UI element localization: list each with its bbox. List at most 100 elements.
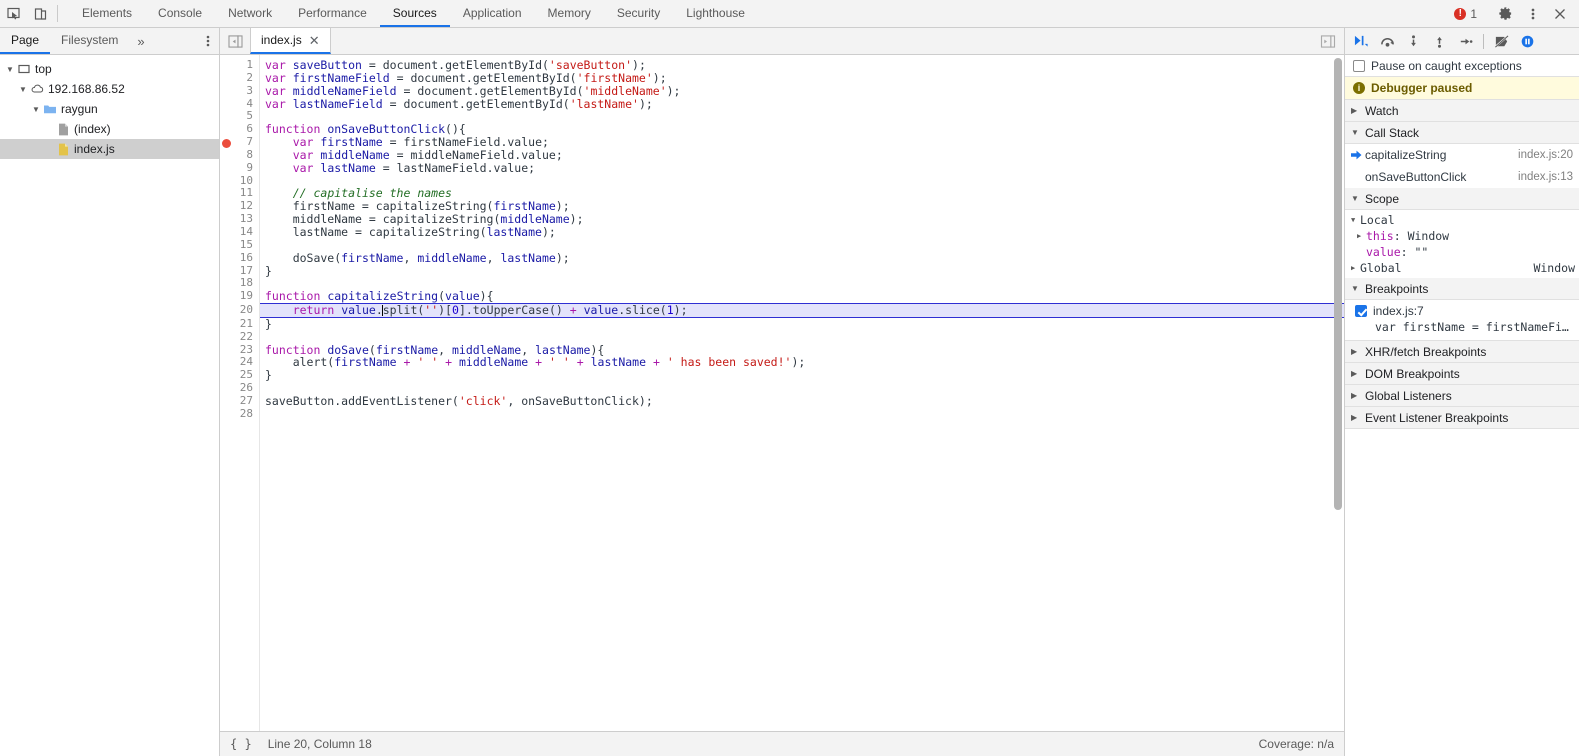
code-line-25[interactable]: } (260, 369, 1344, 382)
breakpoint-checkbox[interactable] (1355, 305, 1367, 317)
gutter-line-4[interactable]: 4 (220, 97, 259, 111)
close-icon[interactable]: ✕ (309, 34, 320, 47)
section-call-stack[interactable]: ▼ Call Stack (1345, 122, 1579, 144)
scope-global-value: Window (1533, 261, 1575, 275)
code-line-9[interactable]: var lastName = lastNameField.value; (260, 161, 1344, 175)
tab-network[interactable]: Network (215, 0, 285, 27)
gutter-line-28[interactable]: 28 (220, 407, 259, 421)
scope-entry-this[interactable]: ▶ this : Window (1351, 228, 1579, 244)
editor-tab-index-js[interactable]: index.js ✕ (250, 28, 331, 54)
code-line-19[interactable]: function capitalizeString(value){ (260, 290, 1344, 303)
tab-application[interactable]: Application (450, 0, 535, 27)
step-icon[interactable] (1453, 29, 1478, 54)
section-global-listeners[interactable]: ▶ Global Listeners (1345, 385, 1579, 407)
twisty-icon[interactable]: ▼ (30, 105, 42, 114)
code-editor[interactable]: 1 2 3 4 5 6 7 8 9 10 11 12 13 14 15 16 17 18 19 20 21 22 23 24 2… (220, 55, 1344, 731)
gutter-line-19[interactable]: 19 (220, 289, 259, 303)
nav-tab-filesystem[interactable]: Filesystem (50, 28, 129, 54)
gutter-line-1[interactable]: 1 (220, 58, 259, 72)
gutter-line-20[interactable]: 20 (220, 303, 259, 318)
gutter-line-26[interactable]: 26 (220, 381, 259, 395)
code-content[interactable]: var saveButton = document.getElementById… (260, 55, 1344, 731)
gutter-line-6[interactable]: 6 (220, 122, 259, 136)
scope-entry-value[interactable]: value : "" (1351, 244, 1579, 260)
error-count-badge[interactable]: ! 1 (1446, 7, 1485, 21)
step-over-icon[interactable] (1375, 29, 1400, 54)
device-toolbar-icon[interactable] (27, 0, 54, 27)
tab-console[interactable]: Console (145, 0, 215, 27)
code-line-4[interactable]: var lastNameField = document.getElementB… (260, 96, 1344, 111)
resume-icon[interactable] (1349, 29, 1374, 54)
breakpoint-dot[interactable] (222, 138, 231, 148)
code-line-21[interactable]: } (260, 317, 1344, 331)
gutter-line-2[interactable]: 2 (220, 71, 259, 85)
chevron-right-icon[interactable]: ▶ (1357, 228, 1366, 244)
gutter-line-7[interactable]: 7 (220, 135, 259, 149)
tree-item-host[interactable]: ▼ 192.168.86.52 (0, 79, 219, 99)
gutter-line-15[interactable]: 15 (220, 238, 259, 252)
section-dom-breakpoints[interactable]: ▶ DOM Breakpoints (1345, 363, 1579, 385)
code-line-16[interactable]: doSave(firstName, middleName, lastName); (260, 251, 1344, 265)
code-line-24[interactable]: alert(firstName + ' ' + middleName + ' '… (260, 356, 1344, 369)
gutter-line-27[interactable]: 27 (220, 394, 259, 408)
twisty-icon[interactable]: ▼ (17, 85, 29, 94)
tab-memory[interactable]: Memory (535, 0, 604, 27)
chevron-down-icon[interactable]: ▼ (1351, 212, 1360, 228)
gutter-line-21[interactable]: 21 (220, 317, 259, 331)
editor-gutter[interactable]: 1 2 3 4 5 6 7 8 9 10 11 12 13 14 15 16 17 18 19 20 21 22 23 24 2… (220, 55, 260, 731)
gear-icon[interactable] (1492, 6, 1519, 21)
gutter-line-5[interactable]: 5 (220, 110, 259, 123)
editor-tabbar-right (1320, 28, 1344, 54)
code-line-17[interactable]: } (260, 264, 1344, 278)
step-out-icon[interactable] (1427, 29, 1452, 54)
nav-tab-page[interactable]: Page (0, 28, 51, 54)
tab-elements[interactable]: Elements (69, 0, 145, 27)
tree-item-index-document[interactable]: ▶ (index) (0, 119, 219, 139)
tree-item-index-js[interactable]: ▶ index.js (0, 139, 219, 159)
gutter-line-8[interactable]: 8 (220, 148, 259, 162)
scope-local-group[interactable]: ▼ Local (1351, 212, 1579, 228)
section-event-listener-breakpoints[interactable]: ▶ Event Listener Breakpoints (1345, 407, 1579, 429)
tab-security[interactable]: Security (604, 0, 673, 27)
section-scope[interactable]: ▼ Scope (1345, 188, 1579, 210)
deactivate-breakpoints-icon[interactable] (1489, 29, 1514, 54)
code-token: saveButton.addEventListener( (265, 393, 459, 408)
collapse-sidebar-icon[interactable] (220, 28, 250, 54)
pause-on-caught-exceptions-checkbox[interactable] (1353, 59, 1365, 72)
breakpoint-item[interactable]: index.js:7 (1345, 300, 1579, 320)
inspect-cursor-icon[interactable] (0, 0, 27, 27)
kebab-menu-icon[interactable] (1519, 7, 1546, 21)
tree-item-folder-raygun[interactable]: ▼ raygun (0, 99, 219, 119)
scope-global-group[interactable]: ▶ Global Window (1351, 260, 1579, 276)
tab-lighthouse[interactable]: Lighthouse (673, 0, 758, 27)
code-line-14[interactable]: lastName = capitalizeString(lastName); (260, 226, 1344, 239)
gutter-line-3[interactable]: 3 (220, 84, 259, 98)
gutter-line-16[interactable]: 16 (220, 251, 259, 265)
code-line-27[interactable]: saveButton.addEventListener('click', onS… (260, 395, 1344, 408)
tab-performance[interactable]: Performance (285, 0, 380, 27)
gutter-line-14[interactable]: 14 (220, 225, 259, 239)
tree-item-top[interactable]: ▼ top (0, 59, 219, 79)
section-xhr-breakpoints[interactable]: ▶ XHR/fetch Breakpoints (1345, 341, 1579, 363)
close-icon[interactable] (1546, 7, 1573, 21)
pretty-print-button[interactable]: { } (230, 737, 252, 751)
section-watch[interactable]: ▶ Watch (1345, 100, 1579, 122)
call-stack-row[interactable]: onSaveButtonClick index.js:13 (1345, 166, 1579, 188)
gutter-line-22[interactable]: 22 (220, 330, 259, 344)
chevron-right-icon[interactable]: ▶ (1351, 260, 1360, 276)
code-token: = (382, 96, 404, 111)
pause-on-caught-exceptions-row[interactable]: Pause on caught exceptions (1345, 55, 1579, 77)
step-into-icon[interactable] (1401, 29, 1426, 54)
code-line-28[interactable] (260, 408, 1344, 421)
gutter-line-9[interactable]: 9 (220, 161, 259, 175)
editor-vertical-scrollbar[interactable] (1334, 58, 1342, 510)
call-stack-row-current[interactable]: capitalizeString index.js:20 (1345, 144, 1579, 166)
pause-on-exceptions-icon[interactable] (1515, 29, 1540, 54)
navigator-overflow-icon[interactable]: » (129, 28, 152, 54)
section-breakpoints[interactable]: ▼ Breakpoints (1345, 278, 1579, 300)
tab-sources[interactable]: Sources (379, 0, 450, 27)
expand-sidebar-icon[interactable] (1320, 34, 1336, 48)
code-line-20[interactable]: return value.split('')[0].toUpperCase() … (260, 303, 1344, 318)
navigator-kebab-menu-icon[interactable] (197, 28, 219, 54)
twisty-icon[interactable]: ▼ (4, 65, 16, 74)
